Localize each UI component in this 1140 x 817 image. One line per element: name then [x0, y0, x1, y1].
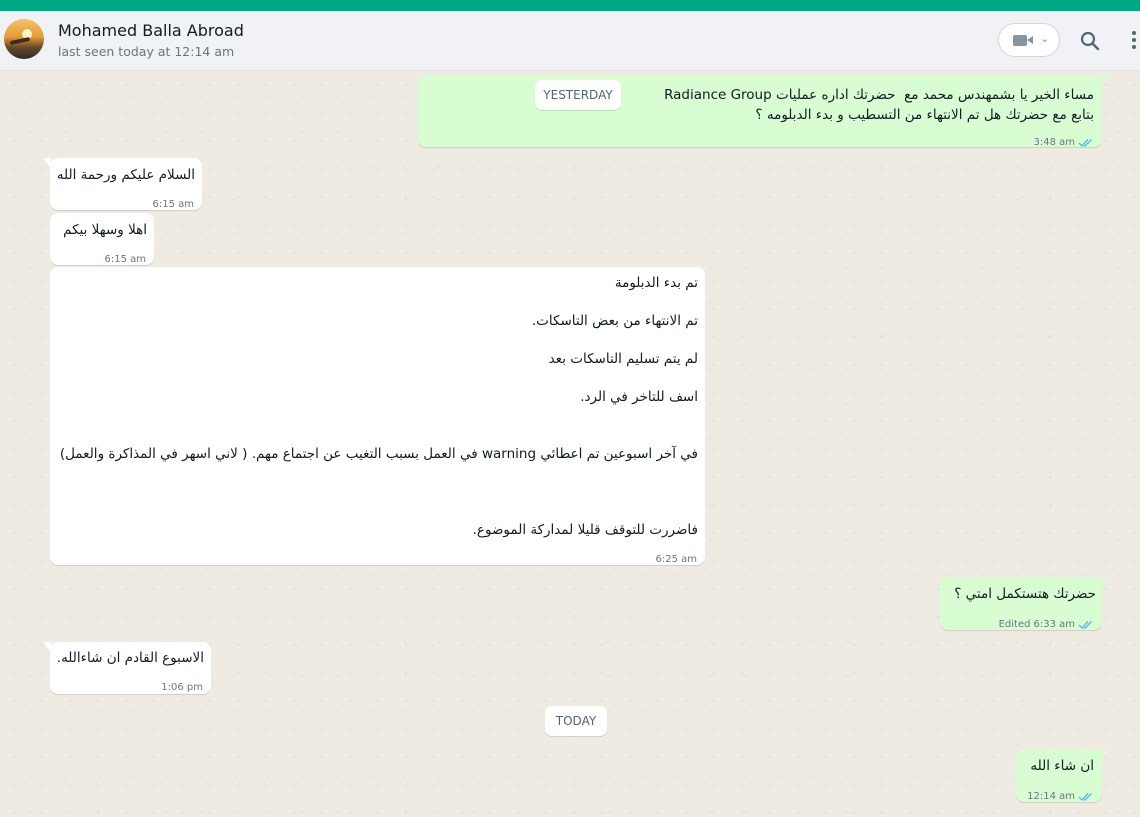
message-incoming[interactable]: السلام عليكم ورحمة الله 6:15 am — [43, 158, 202, 210]
avatar[interactable] — [4, 19, 44, 59]
edited-label: Edited — [998, 619, 1031, 630]
search-button[interactable] — [1078, 29, 1102, 53]
more-options-button[interactable] — [1132, 31, 1140, 51]
message-text: بتابع مع حضرتك هل تم الانتهاء من التسطيب… — [755, 107, 1094, 123]
message-text: فاضررت للتوقف قليلا لمداركة الموضوع. — [472, 522, 698, 538]
message-incoming[interactable]: الاسبوع القادم ان شاءالله. 1:06 pm — [43, 642, 211, 694]
chevron-down-icon: ⌄ — [1040, 32, 1050, 45]
contact-name[interactable]: Mohamed Balla Abroad — [58, 21, 244, 40]
message-text: في آخر اسبوعين تم اعطائي warning في العم… — [59, 446, 698, 462]
message-text: تم الانتهاء من بعض التاسكات. — [531, 313, 698, 329]
message-time: 6:15 am — [152, 199, 194, 210]
read-receipt-icon — [1078, 792, 1092, 801]
message-list[interactable]: مساء الخير يا بشمهندس محمد مع حضرتك ادار… — [0, 71, 1140, 817]
last-seen-status: last seen today at 12:14 am — [58, 44, 235, 59]
chat-header[interactable]: Mohamed Balla Abroad last seen today at … — [0, 11, 1140, 71]
message-outgoing[interactable]: مساء الخير يا بشمهندس محمد مع حضرتك ادار… — [418, 76, 1109, 148]
message-text: اسف للتاخر في الرد. — [580, 389, 698, 405]
message-time: 6:33 am — [1033, 619, 1075, 630]
message-text: الاسبوع القادم ان شاءالله. — [56, 650, 204, 666]
message-outgoing[interactable]: حضرتك هتستكمل امتي ؟ Edited 6:33 am — [940, 577, 1109, 630]
message-outgoing[interactable]: ان شاء الله 12:14 am — [1016, 749, 1109, 802]
message-time: 12:14 am — [1027, 791, 1075, 802]
message-text: مساء الخير يا بشمهندس محمد مع حضرتك ادار… — [664, 87, 1094, 103]
message-text: ان شاء الله — [1030, 758, 1094, 774]
more-vertical-icon — [1132, 31, 1136, 35]
search-icon — [1080, 31, 1100, 51]
read-receipt-icon — [1078, 620, 1092, 629]
app-top-strip — [0, 0, 1140, 11]
message-time: 1:06 pm — [161, 682, 203, 693]
message-incoming[interactable]: تم بدء الدبلومة تم الانتهاء من بعض التاس… — [50, 267, 705, 565]
message-text: لم يتم تسليم التاسكات بعد — [548, 351, 698, 367]
message-text: حضرتك هتستكمل امتي ؟ — [954, 586, 1096, 602]
message-time: 6:25 am — [655, 554, 697, 565]
video-call-button[interactable]: ⌄ — [998, 23, 1060, 57]
message-text: تم بدء الدبلومة — [614, 275, 698, 291]
video-camera-icon — [1013, 35, 1027, 46]
message-time: 3:48 am — [1033, 137, 1075, 148]
message-incoming[interactable]: اهلا وسهلا بيكم 6:15 am — [50, 213, 154, 265]
date-separator: YESTERDAY — [535, 80, 621, 110]
date-separator: TODAY — [545, 706, 607, 736]
message-text: السلام عليكم ورحمة الله — [56, 167, 195, 183]
read-receipt-icon — [1078, 138, 1092, 147]
message-text: اهلا وسهلا بيكم — [63, 222, 147, 238]
